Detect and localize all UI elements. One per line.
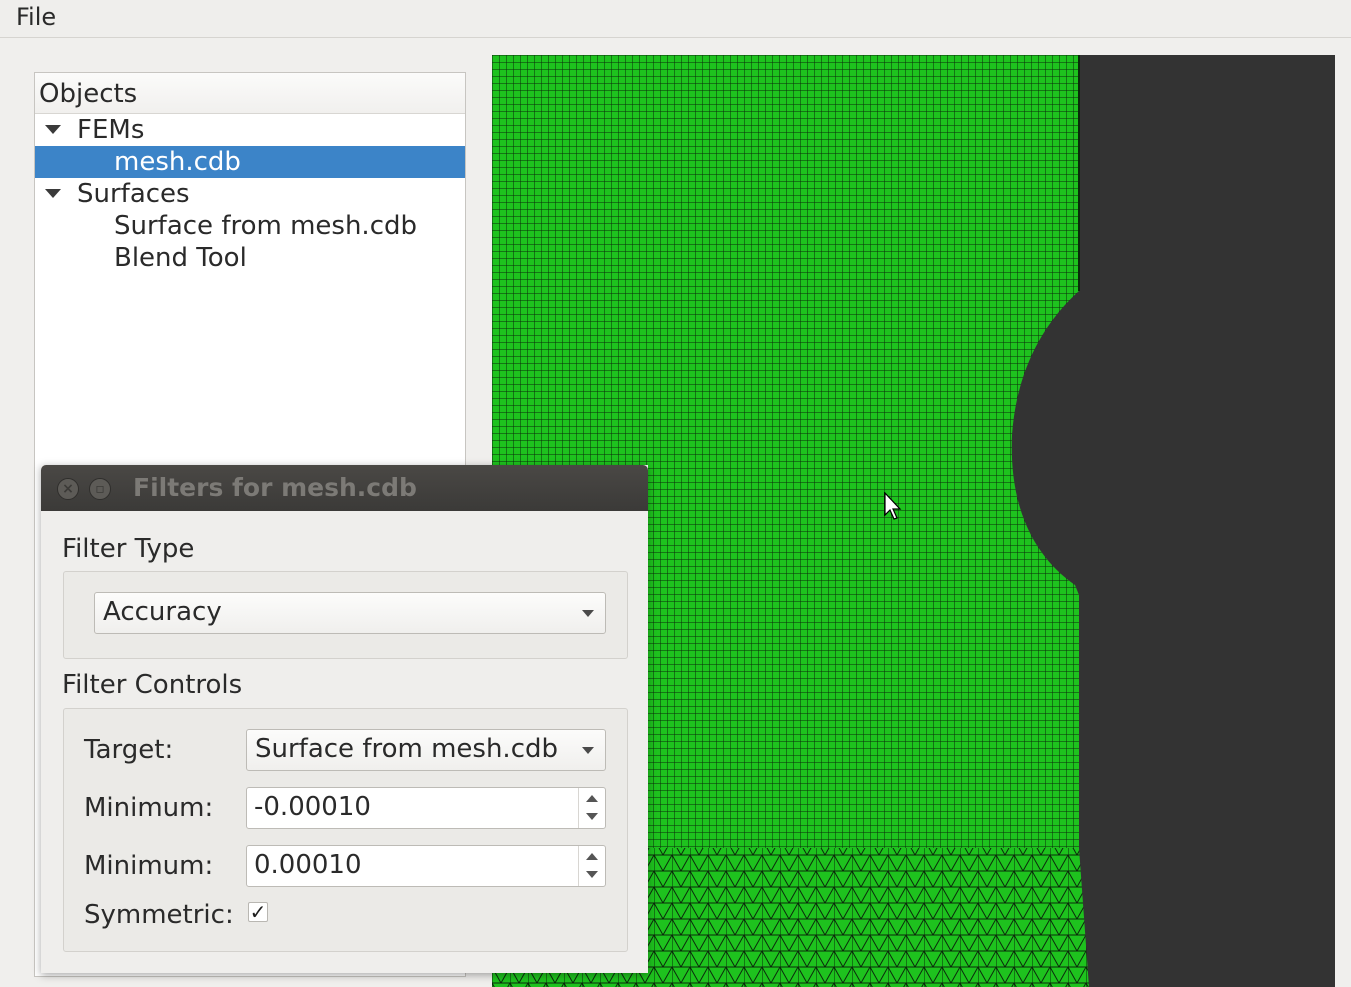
target-label: Target: <box>84 735 174 765</box>
tree-item-fems[interactable]: FEMs <box>35 114 465 146</box>
symmetric-label: Symmetric: <box>84 900 234 930</box>
mouse-cursor-icon <box>884 492 902 520</box>
maximum-spin-buttons <box>578 846 605 886</box>
filter-controls-heading: Filter Controls <box>62 670 243 700</box>
tree-item-label: Blend Tool <box>114 243 247 273</box>
chevron-down-icon <box>582 747 594 754</box>
dialog-titlebar[interactable]: × ▫ Filters for mesh.cdb <box>41 465 648 511</box>
menu-file[interactable]: File <box>16 3 56 31</box>
tree-item-blend-tool[interactable]: Blend Tool <box>35 242 465 274</box>
expand-arrow-icon[interactable] <box>45 189 61 198</box>
tree-item-surface-from-mesh[interactable]: Surface from mesh.cdb <box>35 210 465 242</box>
expand-arrow-icon[interactable] <box>45 125 61 134</box>
minimum-spin-buttons <box>578 788 605 828</box>
spin-down-icon[interactable] <box>586 871 598 878</box>
chevron-down-icon <box>582 610 594 617</box>
maximize-icon[interactable]: ▫ <box>89 478 111 500</box>
symmetric-checkbox[interactable]: ✓ <box>248 902 268 922</box>
minimum-label: Minimum: <box>84 793 214 823</box>
tree-item-label: FEMs <box>77 115 145 145</box>
close-icon[interactable]: × <box>57 478 79 500</box>
filter-type-value: Accuracy <box>103 597 222 627</box>
tree-item-surfaces[interactable]: Surfaces <box>35 178 465 210</box>
filter-type-group: Accuracy <box>63 571 628 659</box>
spin-up-icon[interactable] <box>586 795 598 802</box>
maximum-label: Minimum: <box>84 851 214 881</box>
spin-down-icon[interactable] <box>586 813 598 820</box>
target-dropdown[interactable]: Surface from mesh.cdb <box>246 729 606 771</box>
tree-item-mesh-cdb[interactable]: mesh.cdb <box>35 146 465 178</box>
maximum-value: 0.00010 <box>254 850 362 880</box>
menu-bar: File <box>0 0 1351 38</box>
filters-dialog: × ▫ Filters for mesh.cdb Filter Type Acc… <box>41 465 648 973</box>
target-value: Surface from mesh.cdb <box>255 734 558 764</box>
filter-type-dropdown[interactable]: Accuracy <box>94 592 606 634</box>
filter-type-heading: Filter Type <box>62 534 195 564</box>
filter-controls-group: Target: Surface from mesh.cdb Minimum: -… <box>63 708 628 952</box>
tree-item-label: mesh.cdb <box>114 147 241 177</box>
minimum-value: -0.00010 <box>254 792 371 822</box>
objects-tree-header[interactable]: Objects <box>35 73 465 114</box>
maximum-spinbox[interactable]: 0.00010 <box>246 845 606 887</box>
tree-item-label: Surface from mesh.cdb <box>114 211 417 241</box>
tree-item-label: Surfaces <box>77 179 190 209</box>
minimum-spinbox[interactable]: -0.00010 <box>246 787 606 829</box>
dialog-title: Filters for mesh.cdb <box>133 473 417 502</box>
spin-up-icon[interactable] <box>586 853 598 860</box>
